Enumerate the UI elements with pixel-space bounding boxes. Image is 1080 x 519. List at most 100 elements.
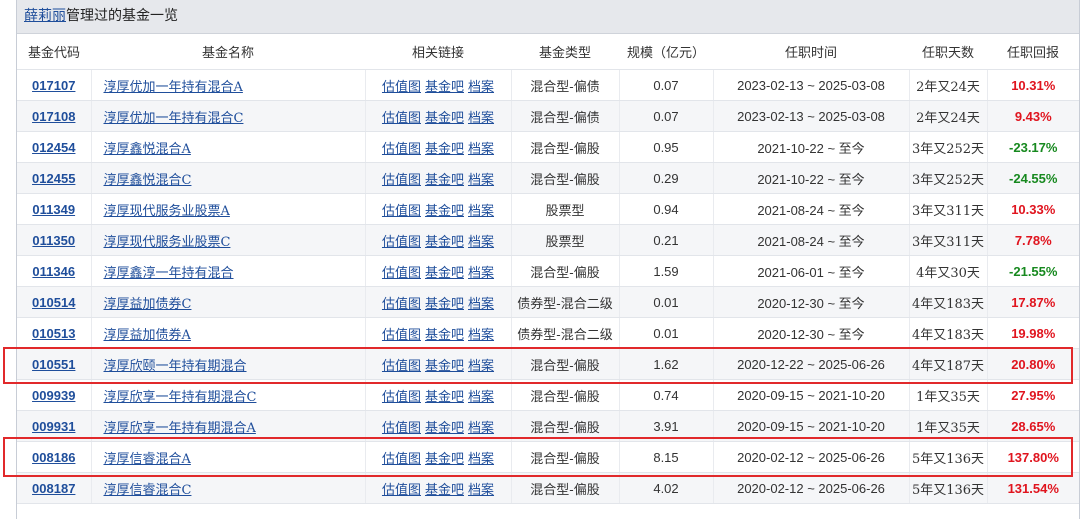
fund-code-link[interactable]: 010514 [32,295,75,310]
fund-code-link[interactable]: 017108 [32,109,75,124]
fund-name-link[interactable]: 淳厚欣享一年持有期混合A [104,421,256,436]
tenure-period-cell: 2021-10-22 ~ 至今 [713,131,910,163]
table-header-row: 基金代码 基金名称 相关链接 基金类型 规模（亿元） 任职时间 任职天数 任职回… [17,34,1079,70]
valuation-chart-link[interactable]: 估值图 [382,359,421,374]
fund-name-cell: 淳厚益加债券A [91,317,366,349]
fund-forum-link[interactable]: 基金吧 [425,297,464,312]
fund-name-link[interactable]: 淳厚鑫悦混合A [104,142,191,157]
fund-name-link[interactable]: 淳厚优加一年持有混合A [104,80,243,95]
tenure-period-cell: 2021-06-01 ~ 至今 [713,255,910,287]
fund-code-link[interactable]: 010551 [32,357,75,372]
valuation-chart-link[interactable]: 估值图 [382,173,421,188]
fund-profile-link[interactable]: 档案 [468,421,494,436]
valuation-chart-link[interactable]: 估值图 [382,80,421,95]
valuation-chart-link[interactable]: 估值图 [382,297,421,312]
valuation-chart-link[interactable]: 估值图 [382,483,421,498]
valuation-chart-link[interactable]: 估值图 [382,235,421,250]
fund-code-link[interactable]: 010513 [32,326,75,341]
fund-code-link[interactable]: 008187 [32,481,75,496]
manager-name-link[interactable]: 薛莉丽 [24,8,66,24]
fund-code-link[interactable]: 011350 [32,233,75,248]
fund-name-link[interactable]: 淳厚鑫淳一年持有混合 [104,266,234,281]
fund-code-cell: 012454 [17,131,92,163]
fund-forum-link[interactable]: 基金吧 [425,483,464,498]
fund-name-link[interactable]: 淳厚欣享一年持有期混合C [104,390,257,405]
fund-forum-link[interactable]: 基金吧 [425,390,464,405]
tenure-days-cell: 5年又136天 [909,472,988,504]
fund-name-link[interactable]: 淳厚现代服务业股票C [104,235,231,250]
fund-name-cell: 淳厚鑫悦混合A [91,131,366,163]
col-header-code: 基金代码 [17,34,91,70]
fund-forum-link[interactable]: 基金吧 [425,266,464,281]
fund-profile-link[interactable]: 档案 [468,266,494,281]
fund-profile-link[interactable]: 档案 [468,235,494,250]
fund-name-link[interactable]: 淳厚益加债券A [104,328,191,343]
valuation-chart-link[interactable]: 估值图 [382,328,421,343]
fund-name-link[interactable]: 淳厚欣颐一年持有期混合 [104,359,247,374]
valuation-chart-link[interactable]: 估值图 [382,142,421,157]
fund-profile-link[interactable]: 档案 [468,359,494,374]
fund-code-link[interactable]: 009931 [32,419,75,434]
fund-profile-link[interactable]: 档案 [468,173,494,188]
fund-name-link[interactable]: 淳厚现代服务业股票A [104,204,230,219]
fund-profile-link[interactable]: 档案 [468,80,494,95]
valuation-chart-link[interactable]: 估值图 [382,111,421,126]
fund-forum-link[interactable]: 基金吧 [425,111,464,126]
fund-profile-link[interactable]: 档案 [468,483,494,498]
fund-profile-link[interactable]: 档案 [468,328,494,343]
fund-forum-link[interactable]: 基金吧 [425,80,464,95]
fund-forum-link[interactable]: 基金吧 [425,235,464,250]
fund-profile-link[interactable]: 档案 [468,390,494,405]
fund-code-link[interactable]: 012455 [32,171,75,186]
fund-code-cell: 008187 [17,472,92,504]
tenure-return-cell: 28.65% [987,410,1079,442]
related-links-cell: 估值图 基金吧 档案 [365,224,512,256]
tenure-days-cell: 3年又252天 [909,131,988,163]
fund-code-cell: 017107 [17,69,92,101]
fund-code-link[interactable]: 008186 [32,450,75,465]
tenure-return-cell: 131.54% [987,472,1079,504]
fund-name-link[interactable]: 淳厚益加债券C [104,297,192,312]
valuation-chart-link[interactable]: 估值图 [382,452,421,467]
fund-name-link[interactable]: 淳厚信睿混合A [104,452,191,467]
tenure-days-cell: 2年又24天 [909,69,988,101]
fund-name-link[interactable]: 淳厚鑫悦混合C [104,173,192,188]
fund-forum-link[interactable]: 基金吧 [425,173,464,188]
valuation-chart-link[interactable]: 估值图 [382,204,421,219]
tenure-period-cell: 2020-12-30 ~ 至今 [713,317,910,349]
fund-forum-link[interactable]: 基金吧 [425,142,464,157]
fund-code-link[interactable]: 011349 [32,202,75,217]
valuation-chart-link[interactable]: 估值图 [382,266,421,281]
fund-name-cell: 淳厚信睿混合C [91,472,366,504]
fund-profile-link[interactable]: 档案 [468,204,494,219]
table-row: 017107 淳厚优加一年持有混合A 估值图 基金吧 档案 混合型-偏债 0.07 … [17,69,1079,101]
col-header-period: 任职时间 [713,34,909,70]
related-links-cell: 估值图 基金吧 档案 [365,410,512,442]
table-row: 011349 淳厚现代服务业股票A 估值图 基金吧 档案 股票型 0.94 2021… [17,193,1079,225]
tenure-days-cell: 1年又35天 [909,410,988,442]
tenure-period-cell: 2023-02-13 ~ 2025-03-08 [713,100,910,132]
fund-forum-link[interactable]: 基金吧 [425,452,464,467]
table-row: 009931 淳厚欣享一年持有期混合A 估值图 基金吧 档案 混合型-偏股 3.91… [17,410,1079,442]
fund-forum-link[interactable]: 基金吧 [425,421,464,436]
fund-code-link[interactable]: 012454 [32,140,75,155]
fund-name-cell: 淳厚信睿混合A [91,441,366,473]
col-header-name: 基金名称 [91,34,365,70]
fund-profile-link[interactable]: 档案 [468,142,494,157]
fund-profile-link[interactable]: 档案 [468,297,494,312]
valuation-chart-link[interactable]: 估值图 [382,421,421,436]
fund-name-link[interactable]: 淳厚信睿混合C [104,483,192,498]
valuation-chart-link[interactable]: 估值图 [382,390,421,405]
fund-forum-link[interactable]: 基金吧 [425,359,464,374]
fund-forum-link[interactable]: 基金吧 [425,204,464,219]
fund-name-link[interactable]: 淳厚优加一年持有混合C [104,111,244,126]
fund-forum-link[interactable]: 基金吧 [425,328,464,343]
fund-profile-link[interactable]: 档案 [468,111,494,126]
fund-code-link[interactable]: 009939 [32,388,75,403]
fund-profile-link[interactable]: 档案 [468,452,494,467]
fund-code-link[interactable]: 011346 [32,264,75,279]
fund-code-cell: 012455 [17,162,92,194]
fund-name-cell: 淳厚欣享一年持有期混合A [91,410,366,442]
fund-code-link[interactable]: 017107 [32,78,75,93]
fund-code-cell: 010514 [17,286,92,318]
